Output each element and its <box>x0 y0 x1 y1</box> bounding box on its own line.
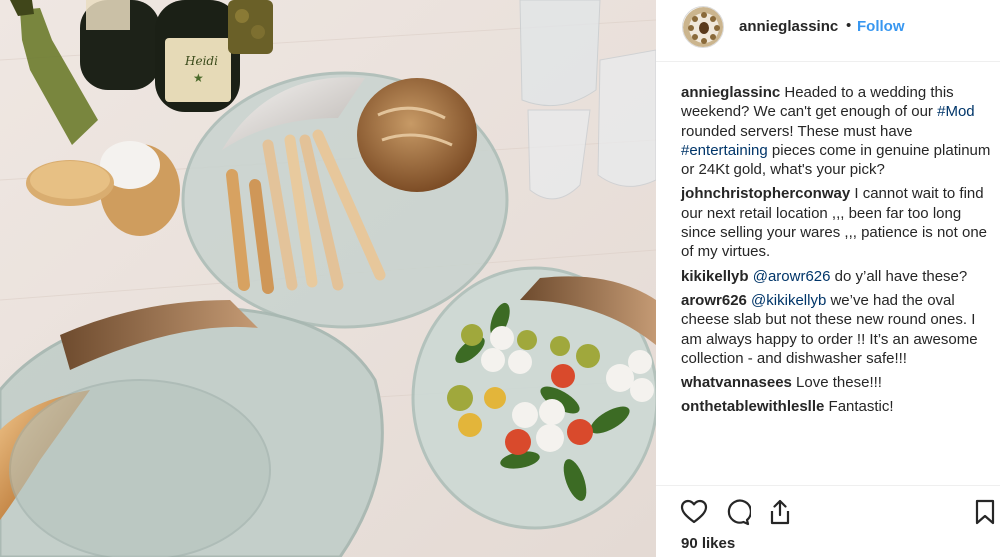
comment-text: do y’all have these? <box>830 267 968 285</box>
post-photo[interactable]: Heidi ★ <box>0 0 656 557</box>
post-sidebar: annieglassinc • Follow annieglassinc Hea… <box>656 0 1000 557</box>
comment-username[interactable]: annieglassinc <box>681 84 780 101</box>
likes-count[interactable]: 90 likes <box>681 535 735 552</box>
svg-text:★: ★ <box>193 71 204 85</box>
avatar[interactable] <box>682 6 724 48</box>
follow-button[interactable]: Follow <box>857 18 905 35</box>
comment-item: johnchristopherconway I cannot wait to f… <box>681 184 999 261</box>
action-bar <box>656 485 1000 526</box>
separator-dot: • <box>846 17 852 34</box>
comment-text: rounded servers! These must have <box>681 122 913 140</box>
post-username[interactable]: annieglassinc <box>739 18 838 35</box>
comment-item: onthetablewithleslle Fantastic! <box>681 397 999 416</box>
post-header: annieglassinc • Follow <box>656 0 1000 62</box>
comments-list: annieglassinc Headed to a wedding this w… <box>681 83 999 422</box>
comment-item: annieglassinc Headed to a wedding this w… <box>681 83 999 179</box>
heart-icon[interactable] <box>680 498 708 526</box>
wine-bottle-2: Heidi ★ <box>155 0 240 112</box>
comment-text: Love these!!! <box>791 374 882 392</box>
glass-2 <box>597 49 656 187</box>
comment-username[interactable]: johnchristopherconway <box>681 185 850 202</box>
comment-item: arowr626 @kikikellyb we’ve had the oval … <box>681 291 999 368</box>
comment-username[interactable]: whatvannasees <box>681 374 792 391</box>
mention-link[interactable]: @arowr626 <box>753 268 831 285</box>
comment-item: kikikellyb @arowr626 do y’all have these… <box>681 267 999 286</box>
comment-icon[interactable] <box>723 498 752 526</box>
wine-bottle-1 <box>80 0 160 90</box>
bookmark-icon[interactable] <box>971 498 999 526</box>
comment-username[interactable]: kikikellyb <box>681 268 749 285</box>
jar <box>228 0 273 54</box>
share-icon[interactable] <box>766 498 794 526</box>
comment-username[interactable]: onthetablewithleslle <box>681 398 824 415</box>
plate-bread <box>181 71 509 329</box>
comment-username[interactable]: arowr626 <box>681 292 747 309</box>
comment-text: Fantastic! <box>824 398 894 416</box>
mention-link[interactable]: @kikikellyb <box>751 292 826 309</box>
water-carafe <box>519 0 601 107</box>
hashtag-link[interactable]: #Mod <box>937 103 975 120</box>
svg-text:Heidi: Heidi <box>184 54 218 68</box>
photo-image: Heidi ★ <box>0 0 656 557</box>
comment-item: whatvannasees Love these!!! <box>681 373 999 392</box>
hashtag-link[interactable]: #entertaining <box>681 142 768 159</box>
plate-caprese <box>411 266 656 530</box>
